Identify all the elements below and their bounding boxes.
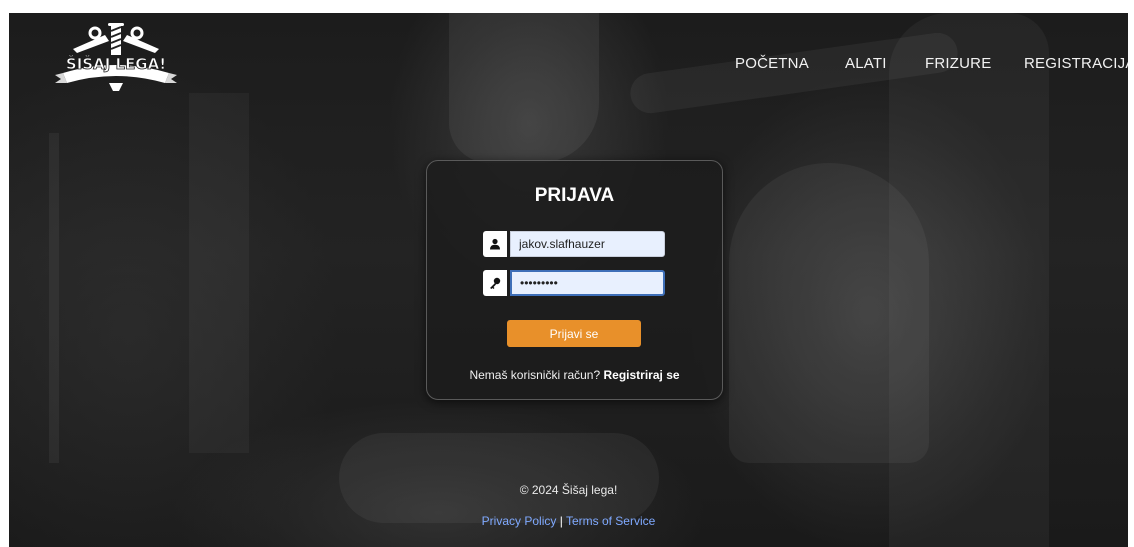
nav-link-alati[interactable]: ALATI	[845, 55, 887, 72]
password-field	[483, 270, 665, 296]
nav-link-registracija[interactable]: REGISTRACIJA	[1024, 55, 1128, 72]
page-background: ŠIŠAJ LEGA! POČETNA ALATI FRIZURE REGIST…	[9, 13, 1128, 547]
register-prompt-text: Nemaš korisnički račun?	[469, 368, 601, 382]
background-column	[189, 93, 249, 453]
username-field	[483, 231, 665, 257]
background-figure	[889, 13, 1049, 547]
login-card: PRIJAVA Prijavi se Nemaš korisnički rač	[426, 160, 723, 400]
register-prompt: Nemaš korisnički račun? Registriraj se	[427, 368, 722, 382]
login-title: PRIJAVA	[534, 185, 615, 206]
background-figure	[449, 13, 599, 163]
background-column	[49, 133, 59, 463]
user-icon	[483, 231, 507, 257]
privacy-policy-link[interactable]: Privacy Policy	[482, 514, 557, 528]
password-input[interactable]	[510, 270, 665, 296]
main-navigation: POČETNA ALATI FRIZURE REGISTRACIJA	[9, 55, 1128, 75]
footer-separator: |	[559, 514, 563, 528]
background-figure	[729, 163, 929, 463]
footer-links: Privacy Policy | Terms of Service	[9, 514, 1128, 528]
register-link[interactable]: Registriraj se	[604, 368, 680, 382]
login-button[interactable]: Prijavi se	[507, 320, 641, 347]
background-figure	[339, 433, 659, 523]
copyright-text: © 2024 Šišaj lega!	[519, 483, 618, 497]
nav-link-frizure[interactable]: FRIZURE	[925, 55, 991, 72]
terms-of-service-link[interactable]: Terms of Service	[566, 514, 655, 528]
nav-link-pocetna[interactable]: POČETNA	[735, 55, 809, 72]
key-icon	[483, 270, 507, 296]
username-input[interactable]	[510, 231, 665, 257]
